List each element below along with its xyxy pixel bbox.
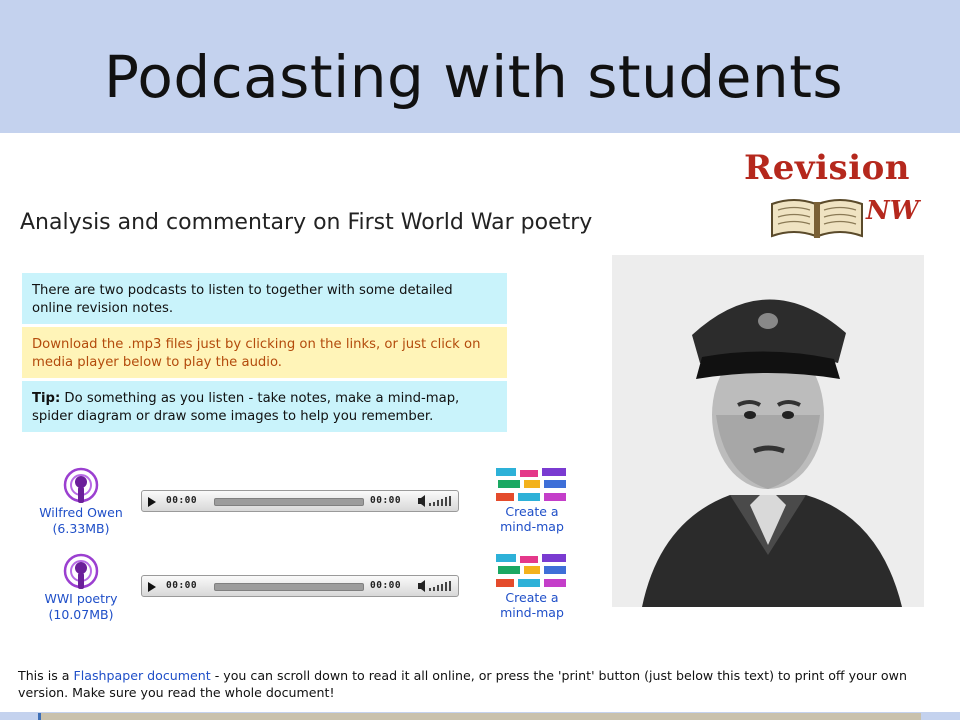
podcast-name[interactable]: WWI poetry	[28, 591, 134, 607]
podcast-link-wwi-poetry[interactable]: WWI poetry (10.07MB)	[28, 553, 134, 623]
time-total: 00:00	[370, 495, 402, 506]
info-box-download: Download the .mp3 files just by clicking…	[22, 327, 507, 378]
portrait-photo	[612, 255, 924, 607]
time-total: 00:00	[370, 580, 402, 591]
volume-icon[interactable]	[418, 580, 454, 592]
logo-word: Revision	[744, 148, 911, 188]
horizontal-scrollbar[interactable]	[38, 713, 921, 720]
podcast-size[interactable]: (10.07MB)	[28, 607, 134, 623]
podcast-size[interactable]: (6.33MB)	[28, 521, 134, 537]
tip-text: Do something as you listen - take notes,…	[32, 391, 460, 424]
soldier-portrait-image	[612, 255, 924, 607]
volume-icon[interactable]	[418, 495, 454, 507]
podcast-icon	[63, 467, 99, 503]
slide-title: Podcasting with students	[104, 43, 844, 111]
seek-bar[interactable]	[214, 583, 364, 591]
footer-text: This is a Flashpaper document - you can …	[18, 667, 918, 701]
create-mind-map-link[interactable]: Create a mind-map	[490, 466, 574, 534]
info-box-tip: Tip: Do something as you listen - take n…	[22, 381, 507, 432]
podcast-name[interactable]: Wilfred Owen	[28, 505, 134, 521]
mind-map-label[interactable]: Create a mind-map	[490, 590, 574, 620]
open-book-icon	[771, 199, 863, 238]
mind-map-label[interactable]: Create a mind-map	[490, 504, 574, 534]
page-heading: Analysis and commentary on First World W…	[20, 210, 593, 235]
tip-label: Tip:	[32, 391, 61, 406]
flashpaper-link[interactable]: Flashpaper document	[74, 668, 211, 683]
play-icon[interactable]	[148, 582, 156, 592]
podcast-icon	[63, 553, 99, 589]
media-player[interactable]: 00:00 00:00	[141, 490, 459, 512]
podcast-link-wilfred-owen[interactable]: Wilfred Owen (6.33MB)	[28, 467, 134, 537]
logo-signature: NW	[866, 196, 919, 226]
mind-map-icon	[496, 468, 566, 501]
revision-logo: Revision NW	[738, 146, 928, 242]
info-box-intro: There are two podcasts to listen to toge…	[22, 273, 507, 324]
time-elapsed: 00:00	[166, 580, 198, 591]
mind-map-icon	[496, 554, 566, 587]
play-icon[interactable]	[148, 497, 156, 507]
seek-bar[interactable]	[214, 498, 364, 506]
time-elapsed: 00:00	[166, 495, 198, 506]
create-mind-map-link[interactable]: Create a mind-map	[490, 552, 574, 620]
media-player[interactable]: 00:00 00:00	[141, 575, 459, 597]
footer-before: This is a	[18, 668, 74, 683]
